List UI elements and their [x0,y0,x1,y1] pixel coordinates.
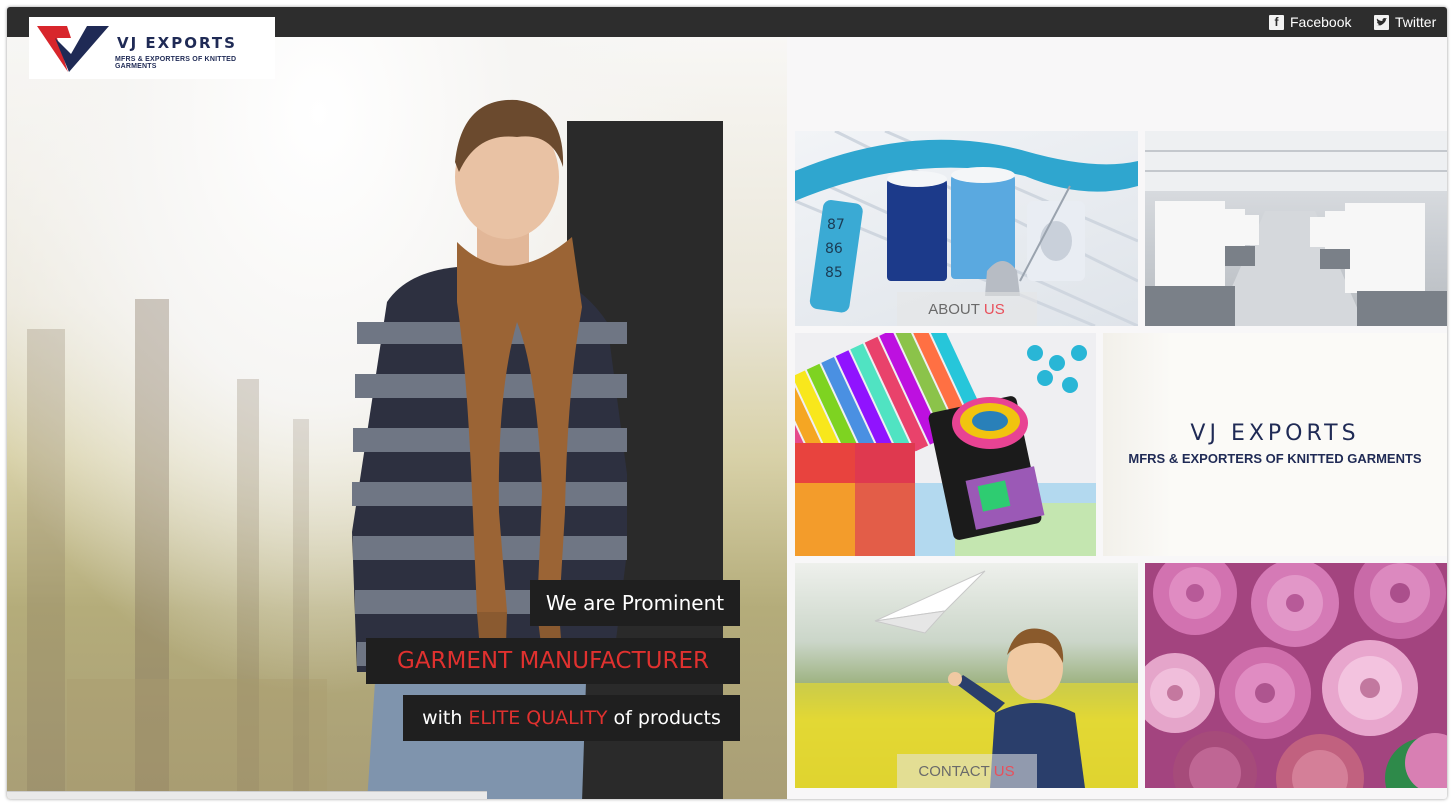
tile-about-us[interactable]: 87 86 85 ABOUT US [795,131,1138,326]
model-photo [352,99,627,799]
svg-text:86: 86 [825,241,843,257]
facebook-label: Facebook [1290,14,1352,30]
tile-brand[interactable]: VJ EXPORTS MFRS & EXPORTERS OF KNITTED G… [1103,333,1447,556]
hero-line-1-text: We are Prominent [545,591,725,615]
contact-us-label[interactable]: CONTACT US [896,754,1037,788]
logo-tagline: MFRS & EXPORTERS OF KNITTED GARMENTS [115,56,237,70]
brand-tile-tagline: MFRS & EXPORTERS OF KNITTED GARMENTS [1128,451,1422,466]
tile-color-swatches[interactable] [795,333,1096,556]
twitter-link[interactable]: Twitter [1374,7,1436,37]
svg-text:85: 85 [825,265,843,281]
site-logo[interactable]: VJ EXPORTS MFRS & EXPORTERS OF KNITTED G… [29,17,275,79]
about-highlight-text: US [983,300,1005,318]
hero-line-2-text: GARMENT MANUFACTURER [397,648,709,674]
hero-line-3-pre: with [422,707,463,729]
about-us-label[interactable]: ABOUT US [896,292,1037,326]
factory-floor-image [1145,131,1447,326]
hero-tagline-1: We are Prominent [530,580,740,626]
contact-highlight-text: US [993,762,1015,780]
background-foliage [67,679,327,799]
tile-contact-us[interactable]: CONTACT US [795,563,1138,788]
tile-fabric-rolls[interactable] [1145,563,1447,788]
hero-tagline-2: GARMENT MANUFACTURER [366,638,740,684]
svg-text:87: 87 [827,217,845,233]
hero-tagline-3: with ELITE QUALITY of products [403,695,740,741]
color-swatch-image [795,333,1096,556]
hero-line-3-highlight: ELITE QUALITY [468,707,608,729]
contact-label-text: CONTACT [918,762,990,780]
background-tree [27,329,65,799]
brand-tile-name: VJ EXPORTS [1190,421,1360,446]
facebook-link[interactable]: f Facebook [1269,7,1351,37]
twitter-label: Twitter [1395,14,1437,30]
logo-brand-name: VJ EXPORTS [117,34,237,52]
hero-section: We are Prominent GARMENT MANUFACTURER wi… [7,37,787,799]
tile-factory[interactable] [1145,131,1447,326]
browser-status-bar [7,791,487,799]
fabric-rolls-image [1145,563,1447,788]
browser-page: f Facebook Twitter We are Prominent GARM… [7,7,1447,799]
twitter-icon [1374,14,1389,30]
about-label-text: ABOUT [928,300,980,318]
vj-logo-icon [37,26,109,72]
facebook-icon: f [1269,14,1284,30]
hero-line-3-post: of products [613,707,721,729]
